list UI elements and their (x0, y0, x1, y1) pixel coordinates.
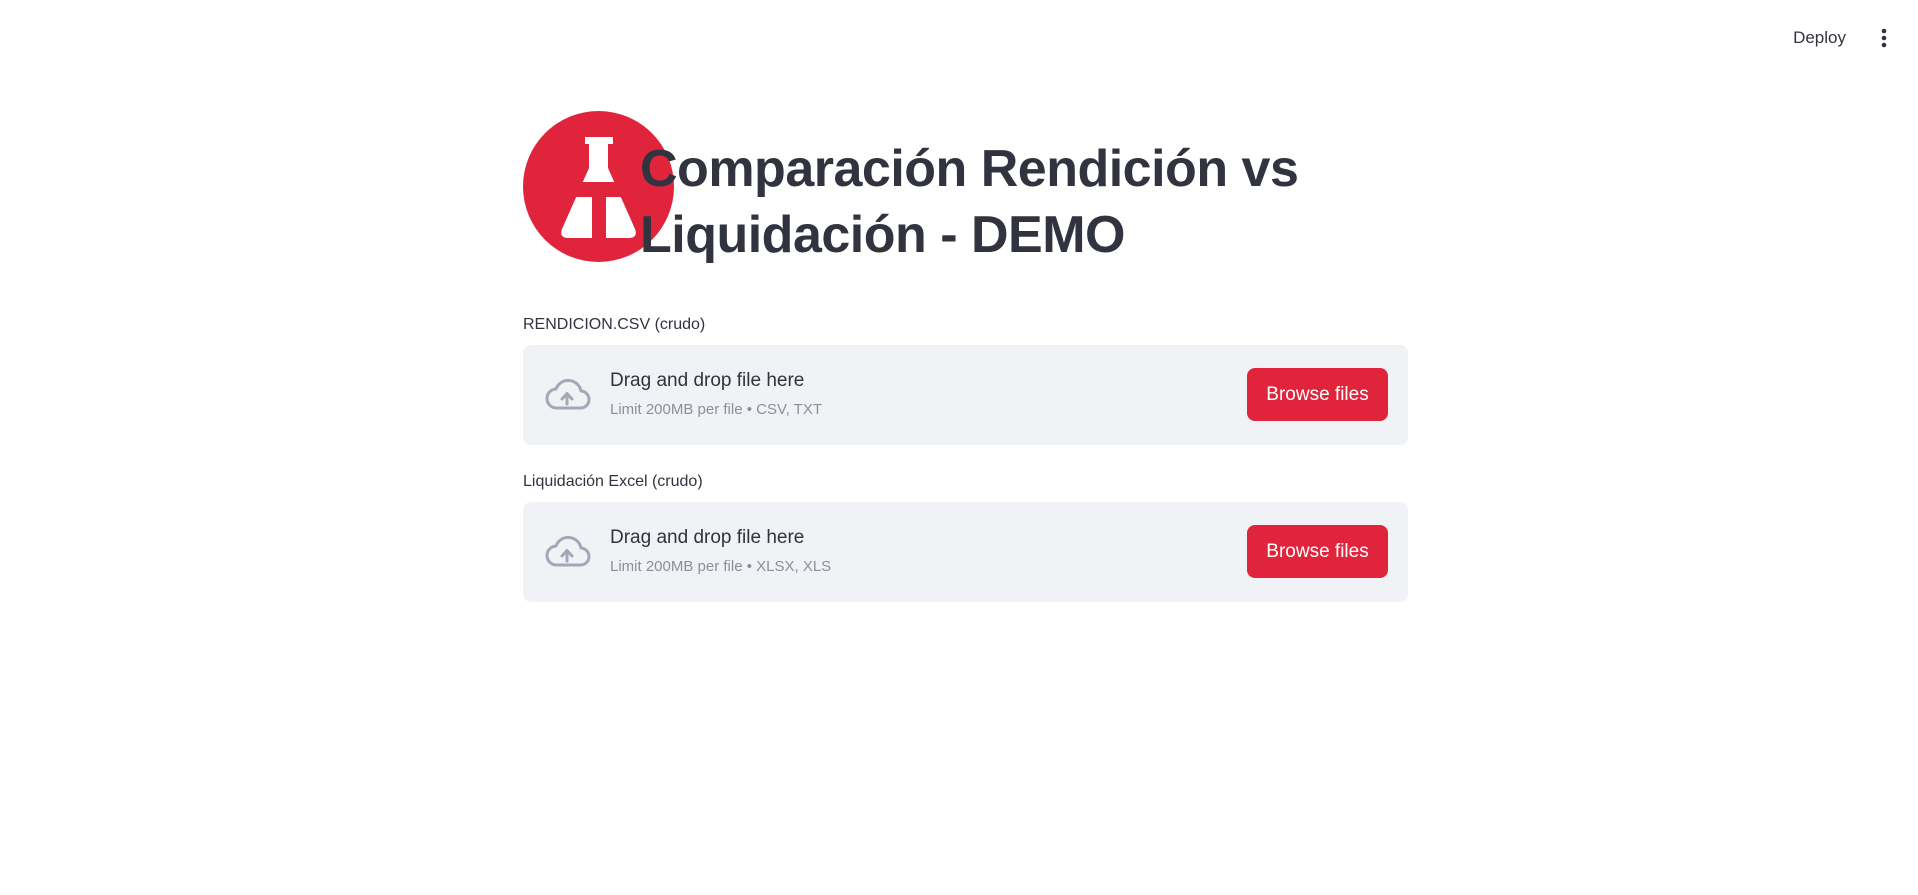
browse-files-button[interactable]: Browse files (1247, 525, 1388, 578)
app-header: Deploy (0, 0, 1918, 72)
file-dropzone[interactable]: Drag and drop file here Limit 200MB per … (523, 502, 1408, 602)
uploader-rendicion: RENDICION.CSV (crudo) Drag and drop file… (523, 315, 1408, 445)
uploader-liquidacion: Liquidación Excel (crudo) Drag and drop … (523, 472, 1408, 602)
deploy-button[interactable]: Deploy (1783, 22, 1856, 54)
title-block: Comparación Rendición vs Liquidación - D… (523, 110, 1408, 265)
dropzone-instructions: Drag and drop file here Limit 200MB per … (610, 526, 831, 577)
dropzone-instructions: Drag and drop file here Limit 200MB per … (610, 369, 822, 420)
uploader-label: Liquidación Excel (crudo) (523, 473, 703, 490)
main-content: Comparación Rendición vs Liquidación - D… (523, 110, 1408, 602)
file-dropzone[interactable]: Drag and drop file here Limit 200MB per … (523, 345, 1408, 445)
uploader-label: RENDICION.CSV (crudo) (523, 316, 706, 333)
drop-title: Drag and drop file here (610, 527, 805, 548)
drop-limit: Limit 200MB per file • CSV, TXT (610, 401, 822, 418)
main-menu-button[interactable] (1868, 22, 1900, 54)
cloud-upload-icon (545, 535, 591, 567)
drop-title: Drag and drop file here (610, 370, 805, 391)
page-title: Comparación Rendición vs Liquidación - D… (640, 140, 1299, 264)
kebab-menu-icon (1881, 28, 1887, 48)
cloud-upload-icon (545, 378, 591, 410)
browse-files-button[interactable]: Browse files (1247, 368, 1388, 421)
drop-limit: Limit 200MB per file • XLSX, XLS (610, 558, 832, 575)
